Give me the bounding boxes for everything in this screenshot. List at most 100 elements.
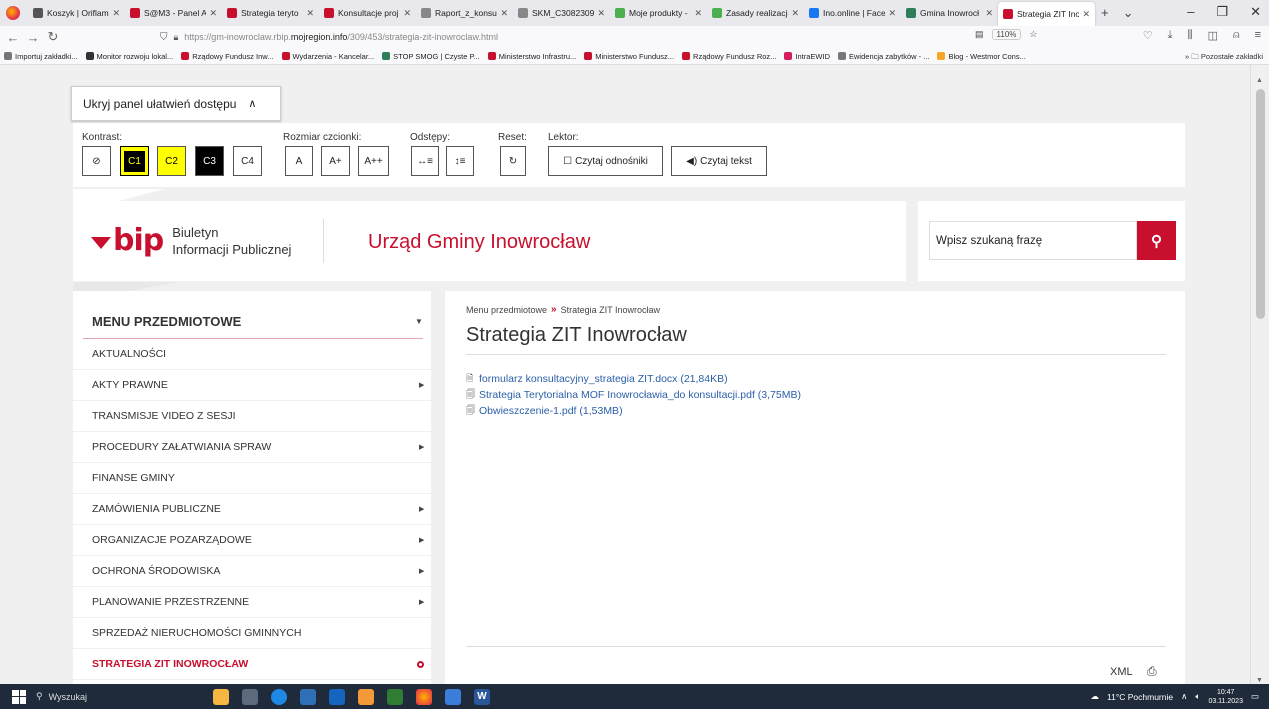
bookmark-star-icon[interactable]: ☆ bbox=[1029, 29, 1037, 40]
contrast-c2-button[interactable]: C2 bbox=[157, 146, 186, 176]
font-size-larger-button[interactable]: A+ bbox=[321, 146, 350, 176]
caret-right-icon[interactable]: ▶ bbox=[419, 536, 424, 544]
caret-right-icon[interactable]: ▶ bbox=[419, 381, 424, 389]
close-tab-icon[interactable]: ✕ bbox=[791, 8, 799, 19]
bookmark-item[interactable]: Ministerstwo Infrastru... bbox=[487, 52, 576, 61]
browser-tab[interactable]: Ino.online | Face ✕ bbox=[804, 3, 901, 23]
tray-expand-icon[interactable]: ∧ bbox=[1181, 691, 1187, 702]
font-size-normal-button[interactable]: A bbox=[285, 146, 313, 176]
close-tab-icon[interactable]: ✕ bbox=[403, 8, 411, 19]
menu-item[interactable]: PROCEDURY ZAŁATWIANIA SPRAW ▶ bbox=[73, 432, 431, 463]
browser-tab[interactable]: Raport_z_konsultacj✕ bbox=[416, 3, 513, 23]
bookmark-item[interactable]: Importuj zakładki... bbox=[4, 52, 78, 61]
weather-text[interactable]: 11°C Pochmurnie bbox=[1107, 692, 1173, 702]
bookmark-item[interactable]: Blog - Westmor Cons... bbox=[937, 52, 1026, 61]
notifications-icon[interactable]: ▭ bbox=[1251, 691, 1259, 702]
store-icon[interactable] bbox=[300, 688, 316, 705]
forward-icon[interactable]: → bbox=[26, 30, 40, 45]
account-icon[interactable]: ⍝ bbox=[1233, 29, 1240, 42]
clock[interactable]: 10:47 03.11.2023 bbox=[1208, 688, 1243, 706]
close-tab-icon[interactable]: ✕ bbox=[112, 8, 120, 19]
caret-right-icon[interactable]: ▶ bbox=[419, 505, 424, 513]
menu-item[interactable]: FINANSE GMINY bbox=[73, 463, 431, 494]
menu-item[interactable]: ORGANIZACJE POZARZĄDOWE ▶ bbox=[73, 525, 431, 556]
edge-icon[interactable] bbox=[271, 688, 287, 705]
reset-button[interactable]: ↻ bbox=[500, 146, 526, 176]
sidebar-icon[interactable]: ◫ bbox=[1208, 29, 1218, 42]
menu-item[interactable]: PLANOWANIE PRZESTRZENNE ▶ bbox=[73, 587, 431, 618]
browser-tab[interactable]: Strategia teryto ✕ bbox=[222, 3, 319, 23]
breadcrumb-root[interactable]: Menu przedmiotowe bbox=[466, 305, 547, 315]
reload-icon[interactable]: ↻ bbox=[46, 29, 60, 45]
shield-icon[interactable]: ⛉ bbox=[160, 32, 168, 43]
other-bookmarks[interactable]: » 🗀 Pozostałe zakładki bbox=[1177, 51, 1263, 64]
lock-icon[interactable]: 🔒︎ bbox=[174, 32, 179, 43]
attachment-link[interactable]: 🗐︎ Strategia Terytorialna MOF Inowrocławi… bbox=[466, 387, 801, 403]
menu-item[interactable]: TRANSMISJE VIDEO Z SESJI bbox=[73, 401, 431, 432]
caret-right-icon[interactable]: ▶ bbox=[419, 567, 424, 575]
bookmark-item[interactable]: IntraEWID bbox=[784, 52, 830, 61]
restore-icon[interactable]: ❐ bbox=[1216, 4, 1228, 20]
library-icon[interactable]: ⫼ bbox=[1188, 29, 1193, 42]
firefox-taskbar-icon[interactable] bbox=[416, 688, 432, 705]
menu-item[interactable]: SPRZEDAŻ NIERUCHOMOŚCI GMINNYCH bbox=[73, 618, 431, 649]
volume-icon[interactable]: 🔈︎ bbox=[1195, 691, 1200, 702]
explorer-icon[interactable] bbox=[445, 688, 461, 705]
bip-logo[interactable]: bip Biuletyn Informacji Publicznej bbox=[91, 223, 291, 258]
browser-tab[interactable]: SKM_C30823090108✕ bbox=[513, 3, 610, 23]
close-tab-icon[interactable]: ✕ bbox=[306, 8, 314, 19]
browser-tab[interactable]: Koszyk | Oriflame ✕ bbox=[28, 3, 125, 23]
caret-right-icon[interactable]: ▶ bbox=[419, 443, 424, 451]
xml-link[interactable]: XML bbox=[1110, 666, 1133, 678]
read-text-button[interactable]: ◀) Czytaj tekst bbox=[671, 146, 767, 176]
firefox-icon[interactable] bbox=[6, 6, 20, 20]
caret-down-icon[interactable]: ▼ bbox=[415, 317, 423, 326]
scroll-up-icon[interactable]: ▲ bbox=[1256, 77, 1263, 84]
downloads-icon[interactable]: ⤓ bbox=[1168, 29, 1173, 42]
letter-spacing-button[interactable]: ↔≡ bbox=[411, 146, 439, 176]
bookmark-item[interactable]: Ministerstwo Fundusz... bbox=[584, 52, 674, 61]
print-icon[interactable]: ⎙ bbox=[1147, 664, 1157, 679]
list-tabs-icon[interactable]: ⌄ bbox=[1123, 5, 1134, 21]
close-tab-icon[interactable]: ✕ bbox=[694, 8, 702, 19]
task-view-icon[interactable] bbox=[242, 688, 258, 705]
office-name[interactable]: Urząd Gminy Inowrocław bbox=[368, 231, 590, 254]
browser-tab[interactable]: Gmina Inowrocł ✕ bbox=[901, 3, 998, 23]
menu-item[interactable]: STRATEGIA ZIT INOWROCŁAW bbox=[73, 649, 431, 680]
contrast-c4-button[interactable]: C4 bbox=[233, 146, 262, 176]
attachment-link[interactable]: 🗎︎ formularz konsultacyjny_strategia ZIT.… bbox=[466, 371, 801, 387]
address-bar[interactable]: ⛉ 🔒︎ https://gm-inowroclaw.rbip. mojregio… bbox=[160, 28, 1000, 46]
browser-tab[interactable]: S@M3 - Panel A ✕ bbox=[125, 3, 222, 23]
close-window-icon[interactable]: ✕ bbox=[1250, 4, 1261, 20]
excel-icon[interactable] bbox=[387, 688, 403, 705]
contrast-default-button[interactable]: ⊘ bbox=[82, 146, 111, 176]
bookmark-item[interactable]: Monitor rozwoju lokal... bbox=[85, 52, 173, 61]
new-tab-icon[interactable]: + bbox=[1101, 5, 1109, 21]
menu-icon[interactable]: ≡ bbox=[1255, 29, 1261, 42]
taskbar-search[interactable]: ⚲ Wyszukaj bbox=[36, 684, 168, 709]
pinned-app-icon[interactable] bbox=[213, 688, 229, 705]
minimize-icon[interactable]: – bbox=[1187, 4, 1194, 20]
menu-item[interactable]: OCHRONA ŚRODOWISKA ▶ bbox=[73, 556, 431, 587]
menu-item[interactable]: AKTUALNOŚCI bbox=[73, 339, 431, 370]
page-scrollbar[interactable]: ▲ ▼ bbox=[1250, 65, 1269, 684]
back-icon[interactable]: ← bbox=[6, 30, 20, 45]
close-tab-icon[interactable]: ✕ bbox=[888, 8, 896, 19]
font-size-largest-button[interactable]: A++ bbox=[358, 146, 389, 176]
menu-item[interactable]: AKTY PRAWNE ▶ bbox=[73, 370, 431, 401]
browser-tab[interactable]: Strategia ZIT Ino ✕ bbox=[998, 2, 1095, 26]
close-tab-icon[interactable]: ✕ bbox=[209, 8, 217, 19]
bookmark-item[interactable]: Rządowy Fundusz Inw... bbox=[181, 52, 274, 61]
word-icon[interactable]: W bbox=[474, 688, 490, 705]
bookmark-item[interactable]: STOP SMOG | Czyste P... bbox=[382, 52, 480, 61]
bookmark-item[interactable]: Ewidencja zabytków - ... bbox=[838, 52, 929, 61]
pocket-icon[interactable]: ♡ bbox=[1143, 29, 1153, 42]
breadcrumb-current[interactable]: Strategia ZIT Inowrocław bbox=[561, 305, 660, 315]
zoom-level[interactable]: 110% bbox=[991, 29, 1022, 40]
attachment-link[interactable]: 🗐︎ Obwieszczenie-1.pdf (1,53MB) bbox=[466, 403, 801, 419]
search-button[interactable]: ⚲ bbox=[1137, 221, 1176, 260]
mail-icon[interactable] bbox=[329, 688, 345, 705]
app-icon[interactable] bbox=[358, 688, 374, 705]
close-tab-icon[interactable]: ✕ bbox=[597, 8, 605, 19]
menu-title[interactable]: MENU PRZEDMIOTOWE bbox=[92, 314, 241, 329]
